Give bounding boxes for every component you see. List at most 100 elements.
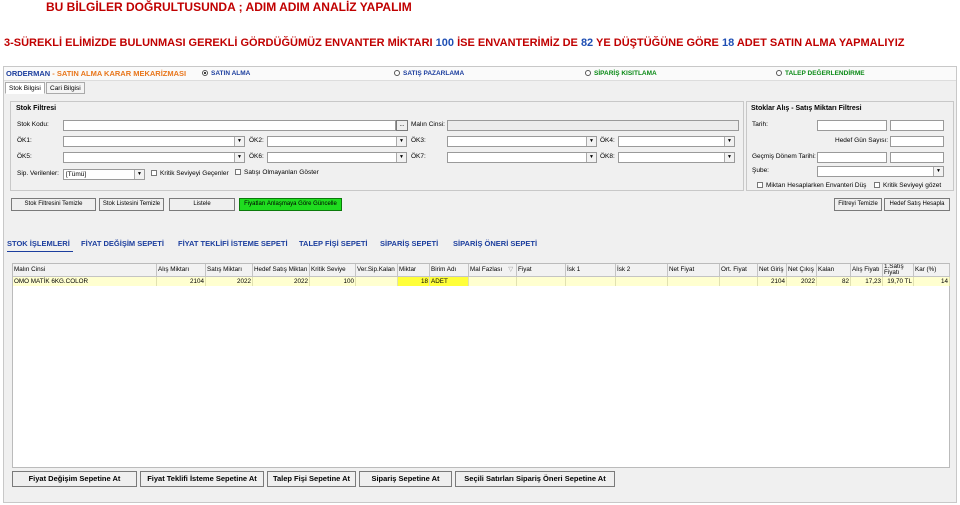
chevron-down-icon: ▼ (724, 153, 734, 162)
birim-cell[interactable]: ADET (430, 277, 469, 286)
sip-verilenler-label: Sip. Verilenler: (17, 170, 59, 177)
tab-siparis-oneri-sepeti[interactable]: SİPARİŞ ÖNERİ SEPETİ (453, 239, 537, 248)
chevron-down-icon: ▼ (234, 137, 244, 146)
table-cell[interactable] (616, 277, 668, 286)
col-header[interactable]: Satış Miktarı (206, 264, 253, 277)
col-header[interactable]: Alış Miktarı (157, 264, 206, 277)
ok4-select[interactable]: ▼ (618, 136, 735, 147)
col-header[interactable]: Ort. Fiyat (720, 264, 758, 277)
ok2-select[interactable]: ▼ (267, 136, 407, 147)
col-header[interactable]: İsk 2 (616, 264, 668, 277)
col-header[interactable]: İsk 1 (566, 264, 616, 277)
talep-fisi-sepetine-at-button[interactable]: Talep Fişi Sepetine At (267, 471, 356, 487)
col-header[interactable]: Birim Adı (430, 264, 469, 277)
col-header[interactable]: Alış Fiyatı (851, 264, 883, 277)
tarih-end-input[interactable] (890, 120, 944, 131)
malin-cinsi-input[interactable] (447, 120, 739, 131)
fiyat-teklifi-sepetine-at-button[interactable]: Fiyat Teklifi İsteme Sepetine At (140, 471, 264, 487)
table-cell[interactable] (517, 277, 566, 286)
tarih-start-input[interactable] (817, 120, 887, 131)
radio-talep-degerlendirme[interactable]: TALEP DEĞERLENDİRME (776, 70, 865, 77)
ok7-select[interactable]: ▼ (447, 152, 597, 163)
table-cell[interactable]: 14 (914, 277, 950, 286)
col-header[interactable]: Miktar (398, 264, 430, 277)
col-header[interactable]: Kar (%) (914, 264, 950, 277)
table-cell[interactable]: 2022 (206, 277, 253, 286)
ok6-label: ÖK6: (249, 153, 264, 160)
tab-fiyat-degisim-sepeti[interactable]: FİYAT DEĞİŞİM SEPETİ (81, 239, 164, 248)
ok1-select[interactable]: ▼ (63, 136, 245, 147)
siparis-sepetine-at-button[interactable]: Sipariş Sepetine At (359, 471, 452, 487)
tab-stok-islemleri[interactable]: STOK İŞLEMLERİ (7, 239, 70, 248)
page-heading-1: BU BİLGİLER DOĞRULTUSUNDA ; ADIM ADIM AN… (46, 0, 412, 14)
kritik-gozet-checkbox[interactable]: Kritik Seviyeyi gözet (874, 182, 941, 189)
kritik-seviye-checkbox[interactable]: Kritik Seviyeyi Geçenler (151, 170, 229, 177)
chevron-down-icon: ▼ (396, 137, 406, 146)
hedef-satis-hesapla-button[interactable]: Hedef Satış Hesapla (884, 198, 950, 211)
col-header[interactable]: Mal Fazlası ▽ (469, 264, 517, 277)
table-cell[interactable] (356, 277, 398, 286)
col-header[interactable]: Kalan (817, 264, 851, 277)
table-cell[interactable]: OMO MATİK 6KG.COLOR (13, 277, 157, 286)
sube-select[interactable]: ▼ (817, 166, 944, 177)
table-cell[interactable] (469, 277, 517, 286)
miktari-hesaplarken-checkbox[interactable]: Miktarı Hesaplarken Envanteri Düş (757, 182, 866, 189)
fiyat-guncelle-button[interactable]: Fiyatları Anlaşmaya Göre Güncelle (239, 198, 342, 211)
ok5-select[interactable]: ▼ (63, 152, 245, 163)
col-header[interactable]: Malın Cinsi (13, 264, 157, 277)
col-header[interactable]: 1.Satış Fiyatı (883, 264, 914, 277)
tab-siparis-sepeti[interactable]: SİPARİŞ SEPETİ (380, 239, 438, 248)
miktar-cell[interactable]: 18 (398, 277, 430, 286)
page-heading-2: 3-SÜREKLİ ELİMİZDE BULUNMASI GEREKLİ GÖR… (4, 37, 905, 49)
chevron-down-icon: ▼ (933, 167, 943, 176)
tab-talep-fisi-sepeti[interactable]: TALEP FİŞİ SEPETİ (299, 239, 368, 248)
siparis-oneri-sepetine-at-button[interactable]: Seçili Satırları Sipariş Öneri Sepetine … (455, 471, 615, 487)
col-header[interactable]: Ver.Sip.Kalan (356, 264, 398, 277)
ok6-select[interactable]: ▼ (267, 152, 407, 163)
table-cell[interactable]: 2022 (787, 277, 817, 286)
radio-satis-pazarlama[interactable]: SATIŞ PAZARLAMA (394, 70, 464, 77)
sip-verilenler-select[interactable]: [Tümü] ▼ (63, 169, 145, 180)
stock-filter-title: Stok Filtresi (16, 105, 57, 112)
stok-kodu-browse-button[interactable]: ... (396, 120, 408, 131)
stok-kodu-input[interactable] (63, 120, 396, 131)
table-cell[interactable]: 100 (310, 277, 356, 286)
stok-filtre-temizle-button[interactable]: Stok Filtresini Temizle (11, 198, 96, 211)
radio-satin-alma[interactable]: SATIN ALMA (202, 70, 250, 77)
filtreyi-temizle-button[interactable]: Filtreyi Temizle (834, 198, 882, 211)
stock-grid[interactable]: Malın Cinsi Alış Miktarı Satış Miktarı H… (12, 263, 950, 468)
table-cell[interactable] (720, 277, 758, 286)
table-cell[interactable] (566, 277, 616, 286)
listele-button[interactable]: Listele (169, 198, 235, 211)
gecmis-end-input[interactable] (890, 152, 944, 163)
table-cell[interactable]: 2104 (157, 277, 206, 286)
app-brand: ORDERMAN - SATIN ALMA KARAR MEKARİZMASI (6, 69, 187, 78)
satisi-olmayan-checkbox[interactable]: Satışı Olmayanları Göster (235, 169, 319, 176)
col-header[interactable]: Fiyat (517, 264, 566, 277)
hedef-gun-input[interactable] (890, 136, 944, 147)
col-header[interactable]: Net Fiyat (668, 264, 720, 277)
table-cell[interactable]: 2104 (758, 277, 787, 286)
malin-cinsi-label: Malın Cinsi: (411, 121, 445, 128)
table-cell[interactable] (668, 277, 720, 286)
tab-fiyat-teklifi-sepeti[interactable]: FİYAT TEKLİFİ İSTEME SEPETİ (178, 239, 288, 248)
col-header[interactable]: Net Çıkış (787, 264, 817, 277)
checkbox-icon (757, 182, 763, 188)
ok3-select[interactable]: ▼ (447, 136, 597, 147)
table-cell[interactable]: 19,70 TL (883, 277, 914, 286)
col-header[interactable]: Net Giriş (758, 264, 787, 277)
ok5-label: ÖK5: (17, 153, 32, 160)
table-cell[interactable]: 2022 (253, 277, 310, 286)
ok8-select[interactable]: ▼ (618, 152, 735, 163)
stok-listesi-temizle-button[interactable]: Stok Listesini Temizle (99, 198, 164, 211)
tab-cari-bilgisi[interactable]: Cari Bilgisi (46, 82, 85, 94)
tab-stok-bilgisi[interactable]: Stok Bilgisi (5, 82, 45, 94)
fiyat-degisim-sepetine-at-button[interactable]: Fiyat Değişim Sepetine At (12, 471, 137, 487)
col-header[interactable]: Hedef Satış Miktarı (253, 264, 310, 277)
table-cell[interactable]: 82 (817, 277, 851, 286)
table-cell[interactable]: 17,23 (851, 277, 883, 286)
radio-siparis-kisitlama[interactable]: SİPARİŞ KISITLAMA (585, 70, 657, 77)
col-header[interactable]: Kritik Seviye (310, 264, 356, 277)
gecmis-start-input[interactable] (817, 152, 887, 163)
hedef-gun-label: Hedef Gün Sayısı: (835, 137, 889, 144)
